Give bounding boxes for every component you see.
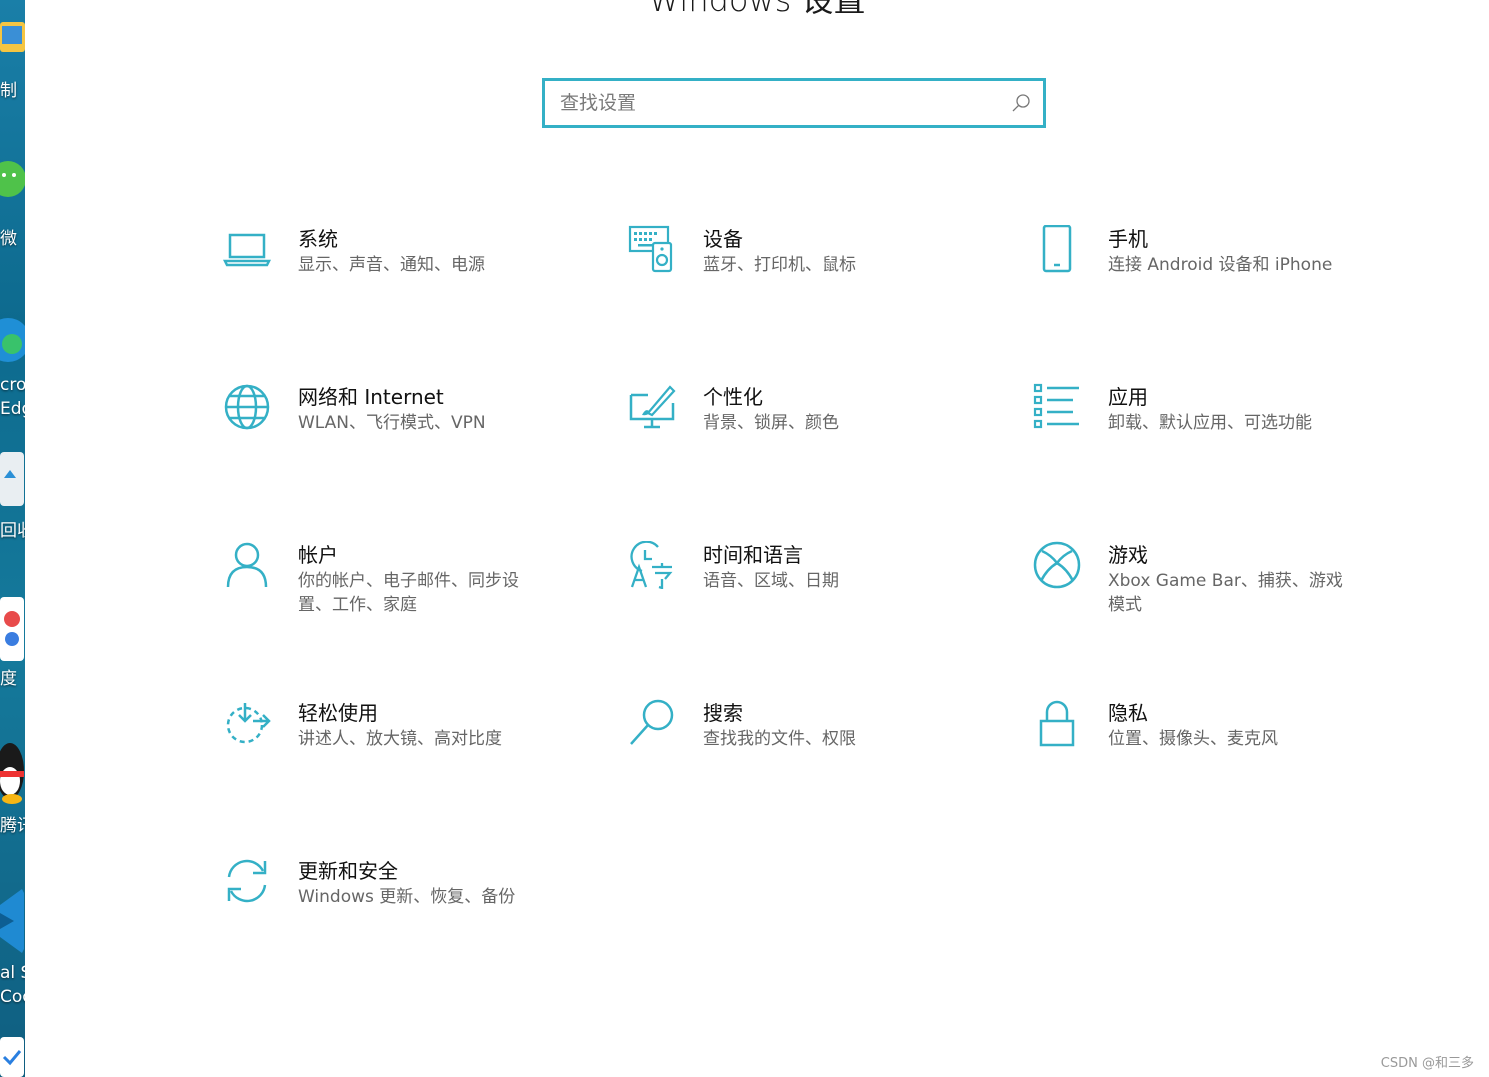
- tile-title: 更新和安全: [298, 859, 398, 883]
- search-input[interactable]: [545, 81, 1010, 125]
- tile-gaming[interactable]: 游戏 Xbox Game Bar、捕获、游戏模式: [1033, 541, 1393, 631]
- tile-time-language[interactable]: 时间和语言 语音、区域、日期: [628, 541, 988, 631]
- edge-desktop-icon[interactable]: [0, 310, 25, 362]
- tile-search[interactable]: 搜索 查找我的文件、权限: [628, 699, 988, 789]
- desktop-app-icon[interactable]: [0, 18, 25, 62]
- desktop-label: Coc: [0, 987, 25, 1007]
- tile-description: 查找我的文件、权限: [703, 729, 856, 749]
- apps-list-icon: [1033, 383, 1079, 429]
- search-icon[interactable]: [1011, 93, 1031, 113]
- tile-title: 个性化: [703, 385, 763, 409]
- phone-icon: [1042, 225, 1072, 273]
- tile-personalization[interactable]: 个性化 背景、锁屏、颜色: [628, 383, 988, 473]
- xbox-icon: [1033, 541, 1081, 589]
- qq-desktop-icon[interactable]: [0, 735, 25, 804]
- desktop-app-icon[interactable]: [0, 1035, 25, 1077]
- lock-icon: [1039, 700, 1075, 747]
- personalization-icon: [629, 385, 676, 429]
- settings-window: Windows 设置 系统 显示、声音、通知、电源 设备 蓝牙: [25, 0, 1489, 1077]
- tile-title: 网络和 Internet: [298, 385, 444, 409]
- recycle-bin-desktop-icon[interactable]: [0, 450, 25, 506]
- wechat-desktop-icon[interactable]: [0, 155, 25, 199]
- tile-title: 手机: [1108, 227, 1148, 251]
- laptop-icon: [223, 233, 271, 267]
- time-language-icon: [630, 541, 673, 589]
- tile-title: 搜索: [703, 701, 743, 725]
- tile-description: Xbox Game Bar、捕获、游戏模式: [1108, 571, 1343, 615]
- tile-description: 连接 Android 设备和 iPhone: [1108, 255, 1333, 275]
- tile-title: 帐户: [298, 543, 338, 567]
- update-sync-icon: [227, 859, 267, 903]
- tile-title: 系统: [298, 227, 338, 251]
- desktop-label: 腾讯: [0, 816, 25, 836]
- tile-privacy[interactable]: 隐私 位置、摄像头、麦克风: [1033, 699, 1393, 789]
- tile-network[interactable]: 网络和 Internet WLAN、飞行模式、VPN: [223, 383, 583, 473]
- tile-description: 讲述人、放大镜、高对比度: [298, 729, 502, 749]
- search-magnifier-icon: [630, 699, 674, 745]
- tile-title: 游戏: [1108, 543, 1148, 567]
- desktop-label: 制: [0, 81, 17, 101]
- tile-description: 位置、摄像头、麦克风: [1108, 729, 1278, 749]
- tile-description: 卸载、默认应用、可选功能: [1108, 413, 1312, 433]
- globe-icon: [224, 384, 270, 430]
- tile-description: Windows 更新、恢复、备份: [298, 887, 516, 907]
- tile-title: 轻松使用: [298, 701, 378, 725]
- tile-title: 应用: [1108, 385, 1148, 409]
- tile-description: 蓝牙、打印机、鼠标: [703, 255, 856, 275]
- tile-description: 你的帐户、电子邮件、同步设置、工作、家庭: [298, 571, 519, 615]
- vscode-desktop-icon[interactable]: [0, 885, 25, 953]
- tile-devices[interactable]: 设备 蓝牙、打印机、鼠标: [628, 225, 988, 315]
- tile-title: 隐私: [1108, 701, 1148, 725]
- desktop-label: Edg: [0, 399, 25, 419]
- desktop-background: 制 微 cro Edg 回收 度 腾讯 al S Coc: [0, 0, 25, 1077]
- tile-title: 时间和语言: [703, 543, 803, 567]
- search-box[interactable]: [542, 78, 1046, 128]
- desktop-label: 微: [0, 229, 17, 249]
- desktop-label: 度: [0, 669, 17, 689]
- ease-of-access-icon: [226, 703, 271, 744]
- tile-accounts[interactable]: 帐户 你的帐户、电子邮件、同步设置、工作、家庭: [223, 541, 583, 631]
- tile-title: 设备: [703, 227, 743, 251]
- tile-ease-of-access[interactable]: 轻松使用 讲述人、放大镜、高对比度: [223, 699, 583, 789]
- person-icon: [226, 542, 268, 588]
- tile-phone[interactable]: 手机 连接 Android 设备和 iPhone: [1033, 225, 1393, 315]
- desktop-label: cro: [0, 375, 25, 395]
- baidu-desktop-icon[interactable]: [0, 595, 25, 661]
- desktop-label: al S: [0, 963, 25, 983]
- desktop-label: 回收: [0, 521, 25, 541]
- tile-description: WLAN、飞行模式、VPN: [298, 413, 486, 433]
- tile-description: 显示、声音、通知、电源: [298, 255, 485, 275]
- tile-update-security[interactable]: 更新和安全 Windows 更新、恢复、备份: [223, 857, 583, 947]
- tile-description: 语音、区域、日期: [703, 571, 839, 591]
- page-title: Windows 设置: [648, 0, 866, 19]
- tile-system[interactable]: 系统 显示、声音、通知、电源: [223, 225, 583, 315]
- tile-description: 背景、锁屏、颜色: [703, 413, 839, 433]
- tile-apps[interactable]: 应用 卸载、默认应用、可选功能: [1033, 383, 1393, 473]
- watermark: CSDN @和三多: [1380, 1056, 1474, 1071]
- devices-icon: [628, 225, 673, 273]
